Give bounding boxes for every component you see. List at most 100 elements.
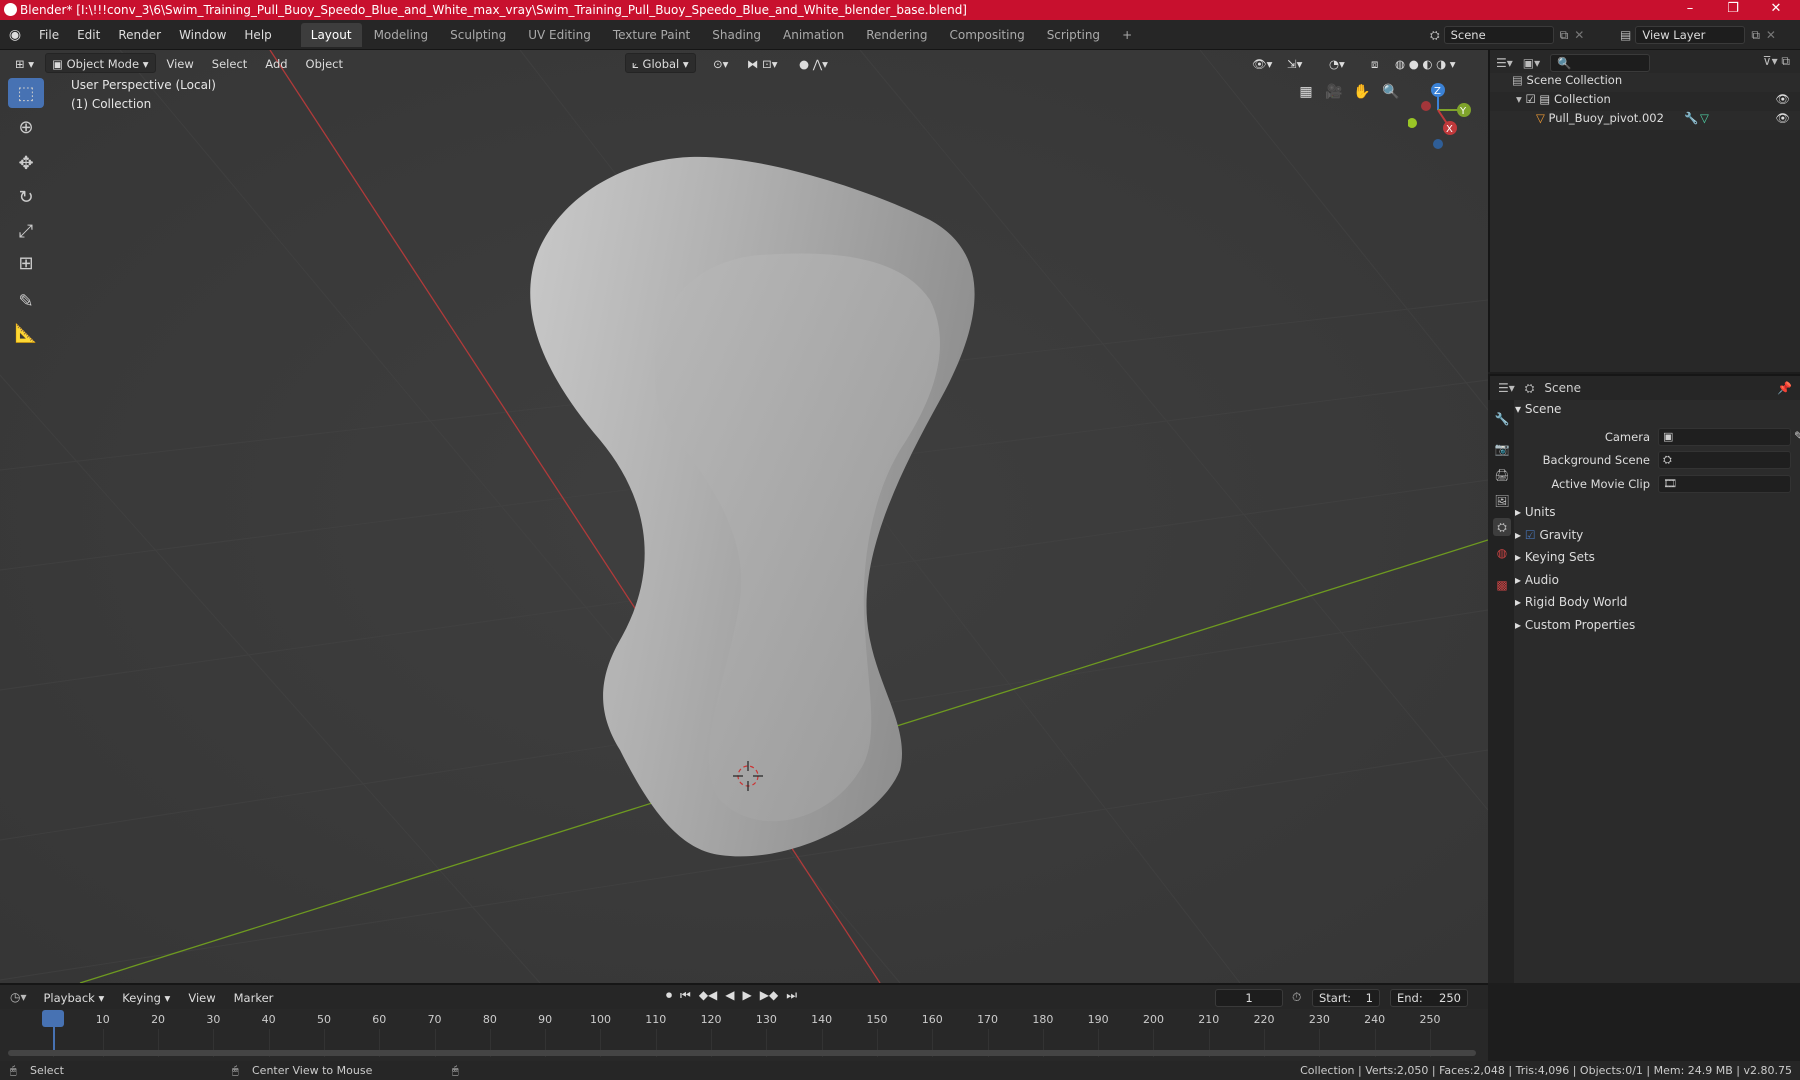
rotate-tool-icon[interactable]: ↻: [8, 182, 44, 212]
new-scene-icon[interactable]: ⧉: [1560, 28, 1569, 43]
outliner-filter-icon[interactable]: ⊽▾ ⧉: [1763, 54, 1790, 69]
remove-scene-icon[interactable]: ✕: [1574, 28, 1584, 42]
camera-view-icon[interactable]: 🎥: [1321, 79, 1347, 105]
current-frame-field[interactable]: 1: [1215, 989, 1283, 1007]
visibility-icon[interactable]: 👁▾: [1245, 53, 1279, 73]
add-workspace-button[interactable]: +: [1112, 23, 1142, 47]
prev-keyframe-icon[interactable]: ◆◀: [699, 988, 717, 1003]
maximize-button[interactable]: ❐: [1713, 0, 1753, 20]
close-button[interactable]: ✕: [1756, 0, 1796, 20]
tab-uv-editing[interactable]: UV Editing: [518, 23, 601, 47]
active-movie-clip-field[interactable]: 🎞: [1658, 475, 1791, 493]
viewport-menu-object[interactable]: Object: [299, 53, 350, 73]
navigation-gizmo[interactable]: Z Y X: [1407, 80, 1488, 160]
pan-hand-icon[interactable]: ✋: [1349, 79, 1375, 105]
timeline-editor-type-icon[interactable]: ◷▾: [10, 990, 27, 1004]
tool-tab-icon[interactable]: 🔧: [1493, 410, 1511, 428]
view-layer-selector[interactable]: View Layer: [1635, 26, 1746, 44]
collection-checkbox[interactable]: ☑: [1525, 92, 1535, 106]
tab-rendering[interactable]: Rendering: [856, 23, 937, 47]
current-frame-indicator[interactable]: [42, 1010, 64, 1027]
camera-field[interactable]: ▣ ✎: [1658, 428, 1800, 446]
mesh-data-icon[interactable]: ▽: [1700, 111, 1709, 125]
menu-render[interactable]: Render: [109, 20, 170, 50]
menu-window[interactable]: Window: [170, 20, 235, 50]
remove-view-layer-icon[interactable]: ✕: [1766, 28, 1776, 42]
section-units[interactable]: ▸ Units: [1515, 502, 1795, 522]
tab-compositing[interactable]: Compositing: [939, 23, 1034, 47]
outliner-row-collection[interactable]: ▾ ☑ ▤ Collection 👁: [1490, 92, 1800, 111]
scene-tab-icon[interactable]: ⛭: [1493, 518, 1511, 536]
tab-sculpting[interactable]: Sculpting: [440, 23, 516, 47]
next-keyframe-icon[interactable]: ▶◆: [760, 988, 778, 1003]
annotate-tool-icon[interactable]: ✎: [8, 286, 44, 316]
outliner-search-input[interactable]: 🔍: [1550, 54, 1651, 72]
mode-selector[interactable]: ▣ Object Mode ▾: [45, 53, 156, 73]
transform-tool-icon[interactable]: ⊞: [8, 248, 44, 278]
jump-end-icon[interactable]: ⏭: [786, 988, 797, 1003]
gravity-checkbox[interactable]: ☑: [1525, 528, 1536, 542]
toggle-camera-grid-icon[interactable]: ▦: [1293, 79, 1319, 105]
editor-type-icon[interactable]: ⊞ ▾: [8, 53, 41, 73]
outliner-row-object[interactable]: ▽ Pull_Buoy_pivot.002 🔧 ▽ 👁: [1490, 111, 1800, 130]
section-scene[interactable]: ▾ Scene: [1515, 399, 1795, 419]
timeline-scrollbar[interactable]: [8, 1050, 1476, 1056]
object-visibility-icon[interactable]: 👁: [1775, 111, 1790, 125]
start-frame-field[interactable]: Start: 1: [1312, 989, 1380, 1007]
background-scene-field[interactable]: ⛭: [1658, 451, 1791, 469]
pivot-point-icon[interactable]: ⊙▾: [706, 53, 735, 73]
tab-modeling[interactable]: Modeling: [364, 23, 439, 47]
menu-help[interactable]: Help: [235, 20, 280, 50]
timeline-menu-marker[interactable]: Marker: [227, 987, 281, 1007]
end-frame-field[interactable]: End: 250: [1390, 989, 1468, 1007]
xray-icon[interactable]: ⧈: [1364, 53, 1385, 73]
select-box-tool-icon[interactable]: ⬚: [8, 78, 44, 108]
scale-tool-icon[interactable]: ⤢: [8, 216, 44, 246]
section-custom-properties[interactable]: ▸ Custom Properties: [1515, 615, 1795, 635]
section-rigid-body-world[interactable]: ▸ Rigid Body World: [1515, 592, 1795, 612]
record-icon[interactable]: ⏺: [666, 988, 672, 1003]
overlays-icon[interactable]: ◔▾: [1322, 53, 1352, 73]
snap-icon[interactable]: ⧓ ⊡▾: [740, 53, 785, 73]
3d-viewport[interactable]: [0, 50, 1488, 983]
jump-start-icon[interactable]: ⏮: [680, 988, 691, 1003]
modifier-wrench-icon[interactable]: 🔧: [1684, 111, 1698, 125]
world-tab-icon[interactable]: ◍: [1493, 544, 1511, 562]
collection-visibility-icon[interactable]: 👁: [1775, 92, 1790, 106]
scene-selector[interactable]: Scene: [1443, 26, 1554, 44]
properties-editor-type-icon[interactable]: ☰▾: [1498, 381, 1515, 395]
timeline-area[interactable]: 1102030405060708090100110120130140150160…: [0, 1009, 1488, 1061]
move-tool-icon[interactable]: ✥: [8, 148, 44, 178]
view-layer-tab-icon[interactable]: 🖼: [1493, 492, 1511, 510]
tab-layout[interactable]: Layout: [300, 22, 362, 47]
viewport-menu-add[interactable]: Add: [258, 53, 294, 73]
eyedropper-icon[interactable]: ✎: [1794, 429, 1800, 443]
transform-orientation-selector[interactable]: ⟀ Global ▾: [625, 53, 696, 73]
outliner-editor-type-icon[interactable]: ☰▾: [1496, 56, 1513, 70]
outliner-row-scene-collection[interactable]: ▤ Scene Collection: [1490, 73, 1800, 92]
viewport-menu-view[interactable]: View: [160, 53, 201, 73]
section-gravity[interactable]: ▸ ☑ Gravity: [1515, 525, 1795, 545]
pin-icon[interactable]: 📌: [1777, 381, 1792, 395]
tab-shading[interactable]: Shading: [702, 23, 771, 47]
menu-edit[interactable]: Edit: [68, 20, 109, 50]
menu-file[interactable]: File: [30, 20, 68, 50]
texture-tab-icon[interactable]: ▩: [1493, 576, 1511, 594]
section-keying-sets[interactable]: ▸ Keying Sets: [1515, 547, 1795, 567]
zoom-icon[interactable]: 🔍: [1378, 79, 1404, 105]
timeline-menu-view[interactable]: View: [181, 987, 222, 1007]
cursor-tool-icon[interactable]: ⊕: [8, 112, 44, 142]
proportional-editing-icon[interactable]: ● ⋀▾: [792, 53, 835, 73]
timeline-menu-keying[interactable]: Keying ▾: [115, 987, 177, 1007]
blender-menu-icon[interactable]: ◉: [0, 27, 30, 43]
tab-texture-paint[interactable]: Texture Paint: [603, 23, 700, 47]
new-view-layer-icon[interactable]: ⧉: [1751, 28, 1760, 43]
outliner-display-mode-icon[interactable]: ▣▾: [1523, 56, 1540, 70]
tab-scripting[interactable]: Scripting: [1037, 23, 1110, 47]
gizmo-toggle-icon[interactable]: ⇲▾: [1280, 53, 1309, 73]
minimize-button[interactable]: –: [1670, 0, 1710, 20]
preview-range-icon[interactable]: ⏱: [1292, 990, 1301, 1005]
section-audio[interactable]: ▸ Audio: [1515, 570, 1795, 590]
tab-animation[interactable]: Animation: [773, 23, 854, 47]
timeline-menu-playback[interactable]: Playback ▾: [37, 987, 112, 1007]
